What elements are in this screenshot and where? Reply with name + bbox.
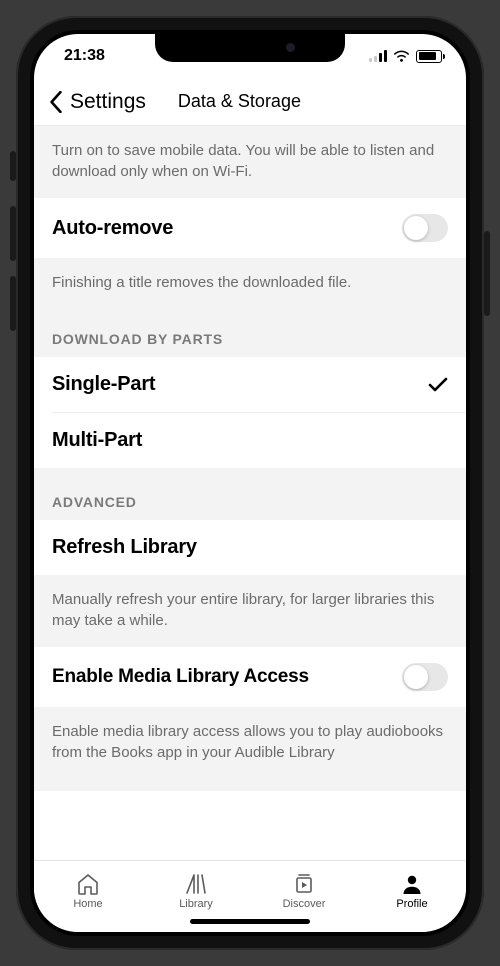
notch — [155, 34, 345, 62]
volume-up-button — [10, 206, 16, 261]
enable-media-row[interactable]: Enable Media Library Access — [34, 647, 466, 707]
back-button-label[interactable]: Settings — [70, 90, 146, 114]
battery-icon — [416, 50, 442, 63]
status-time: 21:38 — [64, 47, 105, 65]
refresh-note: Manually refresh your entire library, fo… — [34, 575, 466, 647]
single-part-label: Single-Part — [52, 373, 155, 396]
home-icon — [76, 873, 100, 895]
single-part-row[interactable]: Single-Part — [34, 357, 466, 412]
power-button — [484, 231, 490, 316]
tab-profile-label: Profile — [396, 898, 427, 910]
tab-library[interactable]: Library — [142, 861, 250, 922]
refresh-library-label: Refresh Library — [52, 536, 197, 559]
volume-down-button — [10, 276, 16, 331]
section-download-by-parts: DOWNLOAD BY PARTS — [34, 309, 466, 357]
mute-switch — [10, 151, 16, 181]
section-advanced: ADVANCED — [34, 480, 466, 520]
discover-icon — [292, 873, 316, 895]
tab-library-label: Library — [179, 898, 213, 910]
tab-discover-label: Discover — [283, 898, 326, 910]
home-indicator[interactable] — [190, 919, 310, 924]
tab-profile[interactable]: Profile — [358, 861, 466, 922]
cellular-signal-icon — [369, 50, 387, 62]
profile-icon — [400, 873, 424, 895]
auto-remove-row[interactable]: Auto-remove — [34, 198, 466, 258]
auto-remove-toggle[interactable] — [402, 214, 448, 242]
wifi-icon — [393, 50, 410, 63]
enable-media-toggle[interactable] — [402, 663, 448, 691]
media-access-note: Enable media library access allows you t… — [34, 707, 466, 791]
wifi-only-note: Turn on to save mobile data. You will be… — [34, 126, 466, 198]
checkmark-icon — [428, 377, 448, 393]
tab-home-label: Home — [73, 898, 102, 910]
page-title: Data & Storage — [178, 91, 301, 112]
auto-remove-label: Auto-remove — [52, 217, 173, 240]
multi-part-row[interactable]: Multi-Part — [34, 413, 466, 468]
nav-header: Settings Data & Storage — [34, 78, 466, 126]
tab-home[interactable]: Home — [34, 861, 142, 922]
auto-remove-note: Finishing a title removes the downloaded… — [34, 258, 466, 309]
back-chevron-icon[interactable] — [48, 91, 64, 113]
tab-discover[interactable]: Discover — [250, 861, 358, 922]
library-icon — [184, 873, 208, 895]
phone-frame: 21:38 — [16, 16, 484, 950]
multi-part-label: Multi-Part — [52, 429, 142, 452]
section-gap — [34, 468, 466, 480]
settings-content: Turn on to save mobile data. You will be… — [34, 126, 466, 860]
refresh-library-row[interactable]: Refresh Library — [34, 520, 466, 575]
enable-media-label: Enable Media Library Access — [52, 666, 309, 688]
